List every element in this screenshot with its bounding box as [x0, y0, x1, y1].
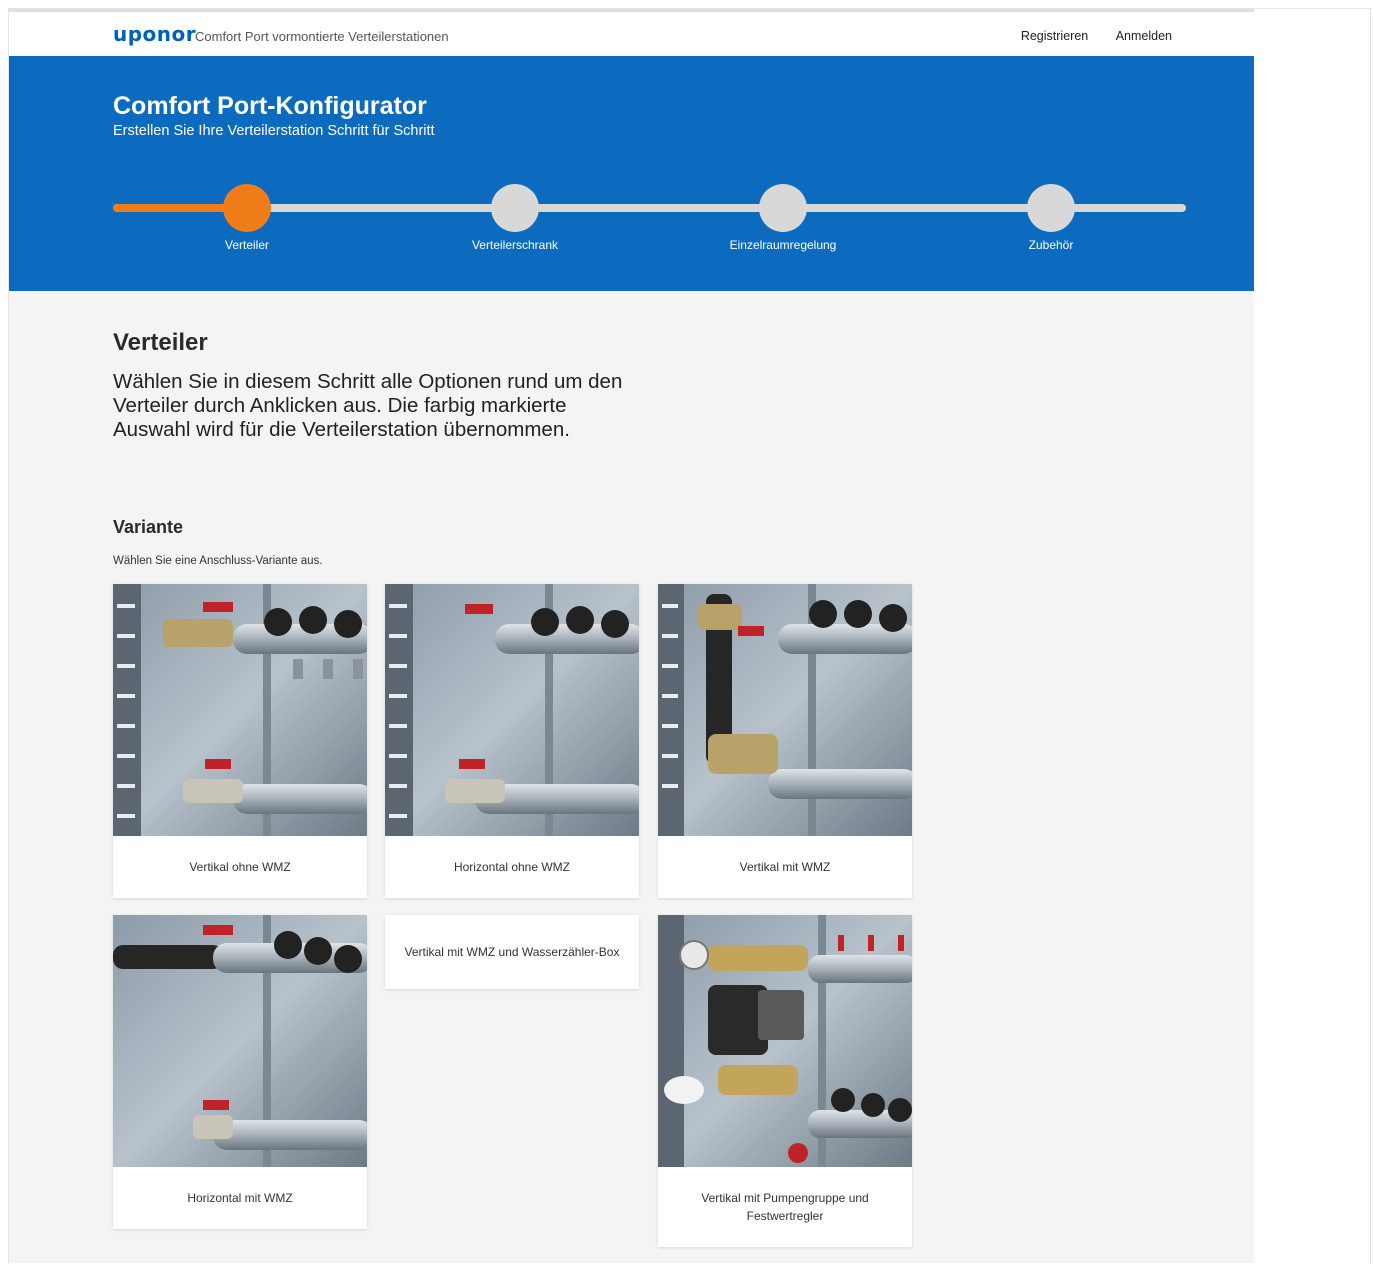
variant-card-vertikal-ohne-wmz[interactable]: Vertikal ohne WMZ: [113, 584, 367, 898]
variant-label: Horizontal mit WMZ: [187, 1191, 293, 1205]
step-dot-verteilerschrank[interactable]: [491, 184, 539, 232]
step-label-zubehoer[interactable]: Zubehör: [971, 238, 1131, 252]
variant-card-vertikal-mit-wmz[interactable]: Vertikal mit WMZ: [658, 584, 912, 898]
variant-hint: Wählen Sie eine Anschluss-Variante aus.: [113, 555, 323, 567]
progress-track: [113, 204, 1186, 212]
variant-label: Vertikal mit WMZ: [739, 860, 831, 874]
site-tagline: Comfort Port vormontierte Verteilerstati…: [195, 29, 449, 44]
variant-label: Vertikal mit Pumpengruppe und Festwertre…: [701, 1191, 869, 1223]
page: uponor Comfort Port vormontierte Verteil…: [9, 9, 1254, 1263]
manifold-photo: [658, 915, 912, 1167]
step-label-verteiler[interactable]: Verteiler: [167, 238, 327, 252]
variant-card-horizontal-mit-wmz[interactable]: Horizontal mit WMZ: [113, 915, 367, 1229]
uponor-logo[interactable]: uponor: [113, 22, 196, 46]
step-dot-verteiler[interactable]: [223, 184, 271, 232]
page-subtitle: Erstellen Sie Ihre Verteilerstation Schr…: [113, 123, 435, 139]
step-label-einzelraumregelung[interactable]: Einzelraumregelung: [703, 238, 863, 252]
configurator-header: Comfort Port-Konfigurator Erstellen Sie …: [9, 56, 1254, 291]
variant-label: Horizontal ohne WMZ: [453, 860, 571, 874]
register-link[interactable]: Registrieren: [1021, 29, 1088, 43]
variant-heading: Variante: [113, 517, 184, 537]
variant-card-vertikal-mit-wmz-und-wasserzaehler-box[interactable]: Vertikal mit WMZ und Wasserzähler-Box: [385, 915, 639, 989]
step-label-verteilerschrank[interactable]: Verteilerschrank: [435, 238, 595, 252]
step-heading: Verteiler: [113, 329, 208, 356]
variant-card-horizontal-ohne-wmz[interactable]: Horizontal ohne WMZ: [385, 584, 639, 898]
manifold-photo: [658, 584, 912, 836]
login-link[interactable]: Anmelden: [1116, 29, 1172, 43]
step-dot-einzelraumregelung[interactable]: [759, 184, 807, 232]
manifold-photo: [113, 915, 367, 1167]
page-title: Comfort Port-Konfigurator: [113, 92, 427, 120]
top-bar: uponor Comfort Port vormontierte Verteil…: [9, 9, 1254, 56]
variant-label: Vertikal ohne WMZ: [189, 860, 291, 874]
step-dot-zubehoer[interactable]: [1027, 184, 1075, 232]
variant-card-vertikal-mit-pumpengruppe-und-festwertregler[interactable]: Vertikal mit Pumpengruppe und Festwertre…: [658, 915, 912, 1247]
variant-label: Vertikal mit WMZ und Wasserzähler-Box: [404, 945, 620, 959]
manifold-photo: [113, 584, 367, 836]
top-nav: Registrieren Anmelden: [997, 29, 1172, 43]
manifold-photo: [385, 584, 639, 836]
step-intro: Wählen Sie in diesem Schritt alle Option…: [113, 370, 623, 441]
